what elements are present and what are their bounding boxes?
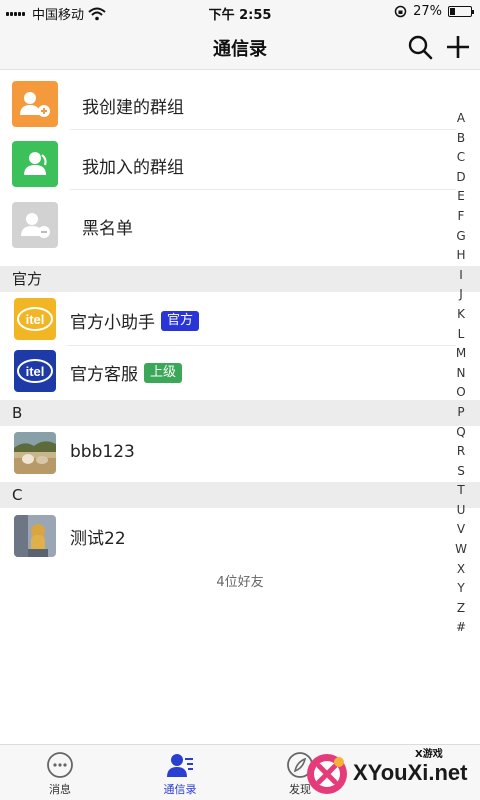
superior-badge: 上级 <box>144 362 183 383</box>
contact-name: 官方小助手 官方 <box>70 308 200 333</box>
index-letter[interactable]: T <box>457 481 464 501</box>
index-letter[interactable]: W <box>455 540 467 560</box>
contact-name: 官方客服 上级 <box>70 360 183 385</box>
index-letter[interactable]: M <box>456 344 466 364</box>
contact-name: bbb123 <box>70 442 135 462</box>
index-letter[interactable]: A <box>457 109 465 129</box>
index-letter[interactable]: U <box>457 501 466 521</box>
contact-name-text: 测试22 <box>70 529 126 549</box>
friend-count: 4位好友 <box>216 575 264 590</box>
contact-name-text: bbb123 <box>70 442 135 462</box>
index-letter[interactable]: N <box>457 364 466 384</box>
contact-row[interactable]: 测试22 <box>0 508 480 564</box>
index-letter[interactable]: V <box>457 520 465 540</box>
search-icon[interactable] <box>406 33 434 61</box>
contacts-icon <box>167 754 193 777</box>
index-letter[interactable]: Q <box>456 423 465 443</box>
index-letter[interactable]: G <box>456 227 465 247</box>
index-letter[interactable]: C <box>457 148 465 168</box>
contact-row[interactable]: itel 官方客服 上级 <box>0 346 480 400</box>
tab-contacts[interactable]: 通信录 <box>120 745 240 800</box>
watermark: X游戏 XYouXi.net <box>295 742 480 800</box>
index-letter[interactable]: R <box>457 442 465 462</box>
group-row-label: 我加入的群组 <box>82 158 184 178</box>
index-letter[interactable]: K <box>457 305 465 325</box>
watermark-small-text: X游戏 <box>415 749 443 760</box>
section-header-b: B <box>0 400 480 426</box>
index-letter[interactable]: O <box>456 383 465 403</box>
index-letter[interactable]: # <box>456 618 466 638</box>
index-letter[interactable]: H <box>456 246 465 266</box>
itel-blue-logo: itel <box>14 350 56 392</box>
group-row-label: 我创建的群组 <box>82 98 184 118</box>
index-letter[interactable]: E <box>457 187 465 207</box>
itel-yellow-logo: itel <box>14 298 56 340</box>
svg-text:itel: itel <box>26 364 45 379</box>
index-letter[interactable]: D <box>456 168 465 188</box>
index-letter[interactable]: S <box>457 462 465 482</box>
battery-percent: 27% <box>413 4 442 19</box>
group-row-label: 黑名单 <box>82 219 133 239</box>
index-letter[interactable]: I <box>459 266 463 286</box>
rotation-lock-icon <box>394 5 407 18</box>
blacklist-icon <box>12 202 58 248</box>
index-letter[interactable]: J <box>459 285 463 305</box>
alphabet-index[interactable]: A B C D E F G H I J K L M N O P Q R S T U V W X Y Z # <box>454 109 468 638</box>
contact-name: 测试22 <box>70 524 126 549</box>
index-letter[interactable]: L <box>458 325 465 345</box>
photo-avatar <box>14 515 56 557</box>
group-joined-icon <box>12 141 58 187</box>
section-header-c: C <box>0 482 480 508</box>
index-letter[interactable]: Y <box>457 579 464 599</box>
svg-text:itel: itel <box>26 312 45 327</box>
tab-label: 消息 <box>49 783 71 796</box>
contact-name-text: 官方小助手 <box>70 313 155 333</box>
nav-header: 通信录 <box>0 24 480 70</box>
add-icon[interactable] <box>444 33 472 61</box>
index-letter[interactable]: F <box>458 207 465 227</box>
tab-label: 通信录 <box>163 783 197 796</box>
chat-bubble-icon <box>47 752 73 778</box>
section-header-official: 官方 <box>0 266 480 292</box>
group-row-blacklist[interactable]: 黑名单 <box>0 190 480 252</box>
contact-row[interactable]: itel 官方小助手 官方 <box>0 292 480 346</box>
watermark-text: XYouXi.net <box>353 760 468 785</box>
battery-icon <box>448 6 474 17</box>
contact-name-text: 官方客服 <box>70 365 138 385</box>
index-letter[interactable]: X <box>457 560 465 580</box>
official-badge: 官方 <box>161 310 200 331</box>
status-bar: 中国移动 下午 2:55 27% <box>0 0 480 24</box>
status-right: 27% <box>394 4 474 19</box>
tab-messages[interactable]: 消息 <box>0 745 120 800</box>
index-letter[interactable]: P <box>457 403 464 423</box>
watermark-logo-icon <box>307 754 347 794</box>
group-add-icon <box>12 81 58 127</box>
index-letter[interactable]: Z <box>457 599 465 619</box>
group-row-joined[interactable]: 我加入的群组 <box>0 130 480 190</box>
photo-avatar <box>14 432 56 474</box>
index-letter[interactable]: B <box>457 129 465 149</box>
contact-row[interactable]: bbb123 <box>0 426 480 482</box>
group-row-created[interactable]: 我创建的群组 <box>0 70 480 130</box>
